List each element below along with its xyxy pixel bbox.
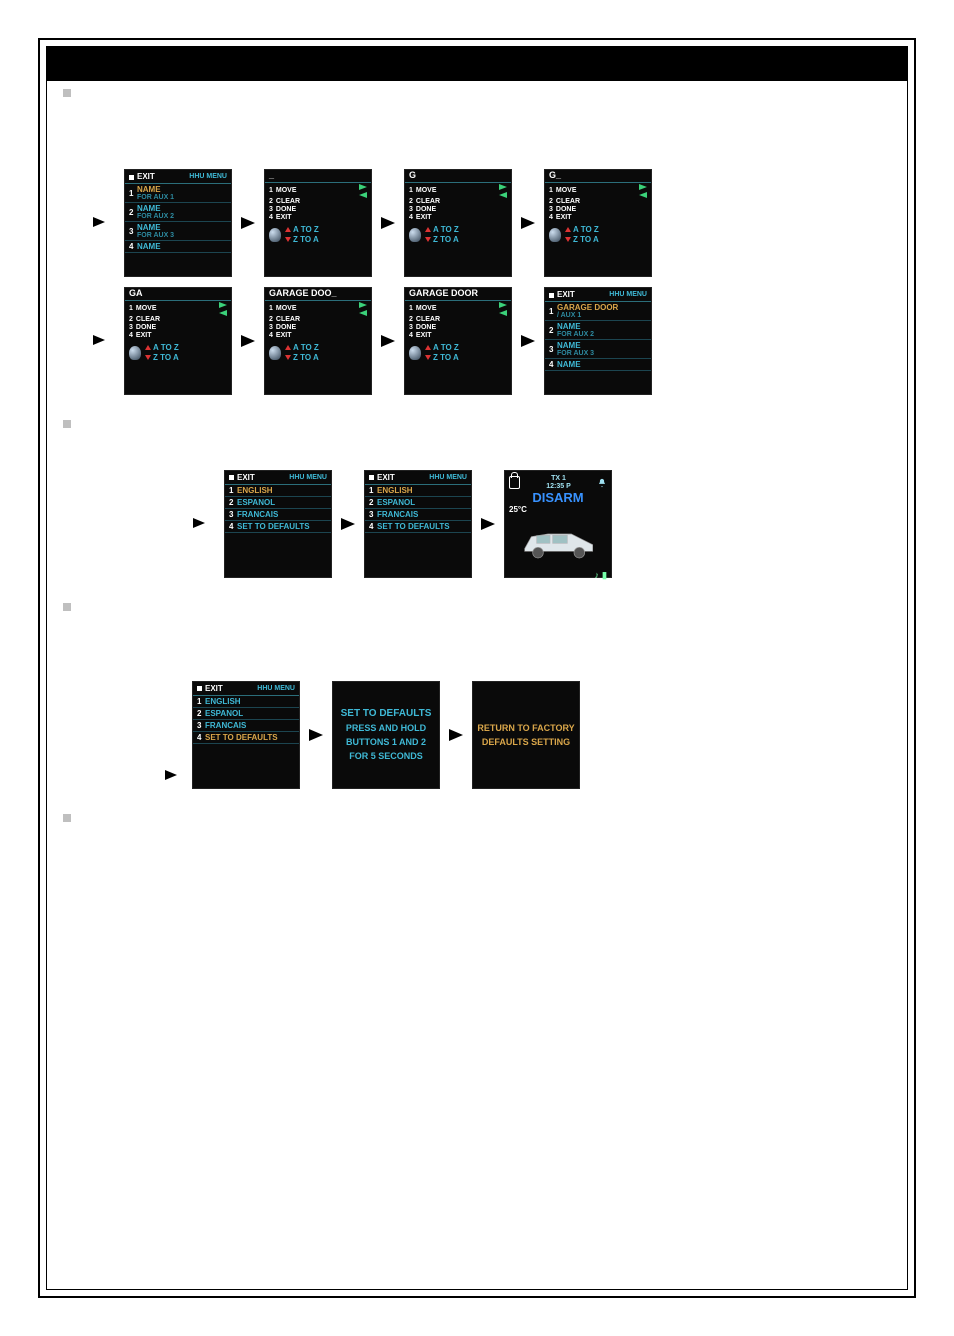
screen-char-garage-door: GARAGE DOOR 1MOVE 2CLEAR 3DONE 4EXIT A T… [405,288,511,394]
exit-title: EXIT [77,810,302,824]
aux-body: As an option, each AUX output (1 through… [77,99,891,142]
section-aux: Name for Aux 1 ~ Aux 4 As an option, eac… [63,85,891,394]
arrow-icon [481,518,495,530]
screen-aux-list: EXITHHU MENU 1NAMEFOR AUX 1 2NAMEFOR AUX… [125,170,231,276]
screen-defaults-menu: EXITHHU MENU 1ENGLISH 2ESPANOL 3FRANCAIS… [193,682,299,788]
defaults-thumb-row: EXITHHU MENU 1ENGLISH 2ESPANOL 3FRANCAIS… [193,682,891,788]
section-defaults: Set to Defaults This menu item reverts a… [63,599,891,788]
car-icon [509,514,607,570]
screen-home: TX 112:35 P DISARM 25°C ♪▮ [505,471,611,577]
screen-char-g: G 1MOVE 2CLEAR 3DONE 4EXIT A TO ZZ TO A [405,170,511,276]
aux-thumb-row1: EXITHHU MENU 1NAMEFOR AUX 1 2NAMEFOR AUX… [93,170,891,276]
bullet-icon [63,814,71,822]
bell-icon [597,478,607,488]
arrow-icon [381,335,395,347]
bullet-icon [63,603,71,611]
pointer-icon [165,770,177,780]
arrow-icon [449,729,463,741]
page-footer: Page 19 [47,1267,907,1279]
pointer-icon [93,331,115,351]
lang-title: Transmitter Language Option (English, Sp… [77,416,665,430]
note-icon: ♪ [595,570,600,581]
lang-body: This selects the language that text will… [77,430,665,444]
bullet-icon [63,89,71,97]
bullet-icon [63,420,71,428]
section-exit: EXIT This exits TX Menu and returns to M… [63,810,891,839]
defaults-body: This menu item reverts all HHU options b… [77,613,891,656]
screen-defaults-done: RETURN TO FACTORY DEFAULTS SETTING [473,682,579,788]
arrow-icon [309,729,323,741]
aux-thumb-row2: GA 1MOVE 2CLEAR 3DONE 4EXIT A TO ZZ TO A… [93,288,891,394]
aux-note: Note: Aux 1 = Button/Output 4 Aux 2 = Bu… [77,148,891,160]
screen-aux-result: EXITHHU MENU 1GARAGE DOOR/ AUX 1 2NAMEFO… [545,288,651,394]
arrow-icon [381,217,395,229]
lang-thumb-row: EXITHHU MENU 1ENGLISH 2ESPANOL 3FRANCAIS… [193,471,891,577]
arrow-icon [521,335,535,347]
arrow-icon [241,217,255,229]
aux-title: Name for Aux 1 ~ Aux 4 [77,85,891,99]
lock-icon [509,476,520,489]
screen-char-garage-doo: GARAGE DOO_ 1MOVE 2CLEAR 3DONE 4EXIT A T… [265,288,371,394]
section-language: Transmitter Language Option (English, Sp… [63,416,891,577]
pointer-icon [93,213,115,233]
arrow-icon [521,217,535,229]
screen-defaults-confirm: SET TO DEFAULTS PRESS AND HOLD BUTTONS 1… [333,682,439,788]
defaults-title: Set to Defaults [77,599,891,613]
screen-lang-menu-2: EXITHHU MENU 1ENGLISH 2ESPANOL 3FRANCAIS… [365,471,471,577]
arrow-icon [341,518,355,530]
exit-body: This exits TX Menu and returns to Main M… [77,824,302,838]
battery-icon: ▮ [602,570,607,581]
screen-lang-menu-1: EXITHHU MENU 1ENGLISH 2ESPANOL 3FRANCAIS… [225,471,331,577]
arrow-icon [241,335,255,347]
screen-char-ga: GA 1MOVE 2CLEAR 3DONE 4EXIT A TO ZZ TO A [125,288,231,394]
screen-char-g-cursor: G_ 1MOVE 2CLEAR 3DONE 4EXIT A TO ZZ TO A [545,170,651,276]
section-header [47,47,907,81]
pointer-icon [193,514,215,534]
screen-char-blank: _ 1MOVE 2CLEAR 3DONE 4EXIT A TO ZZ TO A [265,170,371,276]
